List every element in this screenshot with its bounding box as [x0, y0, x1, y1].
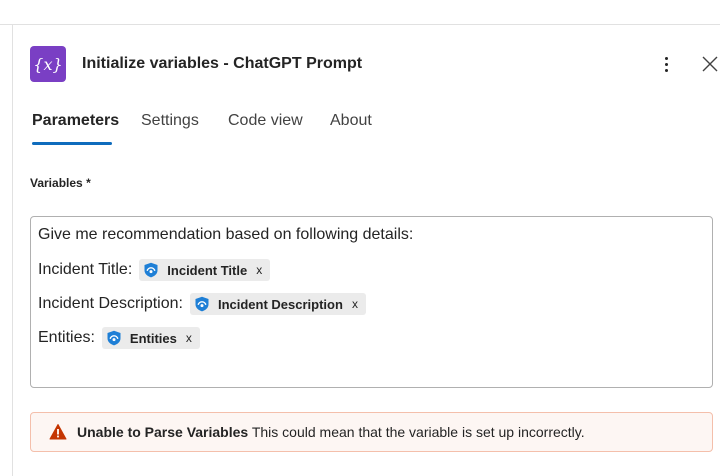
left-rail — [0, 25, 13, 476]
token-remove-button[interactable]: x — [256, 263, 262, 277]
line-text: Incident Description: — [38, 295, 183, 312]
variables-label: Variables * — [30, 176, 91, 190]
token-label: Incident Title — [167, 262, 248, 278]
variable-icon: {x} — [30, 46, 66, 82]
panel-header: {x} Initialize variables - ChatGPT Promp… — [30, 46, 720, 82]
more-options-button[interactable] — [654, 52, 678, 76]
dynamic-content-token[interactable]: Incident Description x — [189, 293, 366, 315]
panel-title: Initialize variables - ChatGPT Prompt — [82, 55, 363, 72]
sentinel-icon — [195, 296, 209, 312]
token-remove-button[interactable]: x — [352, 297, 358, 311]
editor-line: Incident Title: Incident Title x — [38, 259, 271, 281]
top-strip — [0, 0, 720, 25]
tab-parameters[interactable]: Parameters — [32, 112, 119, 148]
token-label: Incident Description — [217, 296, 343, 312]
warning-icon — [49, 424, 67, 440]
line-text: Give me recommendation based on followin… — [38, 226, 414, 243]
dynamic-content-token[interactable]: Entities x — [101, 327, 200, 349]
sentinel-icon — [144, 262, 158, 278]
required-mark: * — [86, 176, 91, 190]
warning-text: Unable to Parse Variables This could mea… — [77, 424, 585, 440]
tab-label: About — [330, 112, 372, 129]
editor-line: Give me recommendation based on followin… — [38, 226, 420, 244]
more-dot — [664, 56, 668, 60]
active-tab-indicator — [32, 142, 112, 145]
line-text: Entities: — [38, 329, 95, 346]
close-button[interactable] — [698, 52, 720, 76]
variables-label-text: Variables — [30, 176, 83, 190]
warning-title: Unable to Parse Variables — [77, 424, 249, 440]
tab-code-view[interactable]: Code view — [228, 112, 303, 148]
line-text: Incident Title: — [38, 261, 133, 278]
sentinel-icon — [107, 330, 121, 346]
tab-label: Settings — [141, 112, 199, 129]
tab-label: Parameters — [32, 112, 120, 129]
token-remove-button[interactable]: x — [186, 331, 192, 345]
action-details-panel: {x} Initialize variables - ChatGPT Promp… — [14, 26, 720, 476]
more-dot — [664, 62, 668, 66]
editor-line: Incident Description: Incident Descripti… — [38, 293, 366, 315]
warning-banner: Unable to Parse Variables This could mea… — [30, 412, 713, 452]
dynamic-content-token[interactable]: Incident Title x — [139, 259, 271, 281]
tab-label: Code view — [228, 112, 303, 129]
close-icon — [702, 56, 718, 72]
token-label: Entities — [129, 330, 177, 346]
variables-editor[interactable]: Give me recommendation based on followin… — [30, 216, 713, 388]
warning-message: This could mean that the variable is set… — [251, 424, 585, 440]
more-dot — [664, 68, 668, 72]
tab-settings[interactable]: Settings — [141, 112, 199, 148]
editor-line: Entities: Entities x — [38, 327, 200, 349]
tab-about[interactable]: About — [330, 112, 372, 148]
